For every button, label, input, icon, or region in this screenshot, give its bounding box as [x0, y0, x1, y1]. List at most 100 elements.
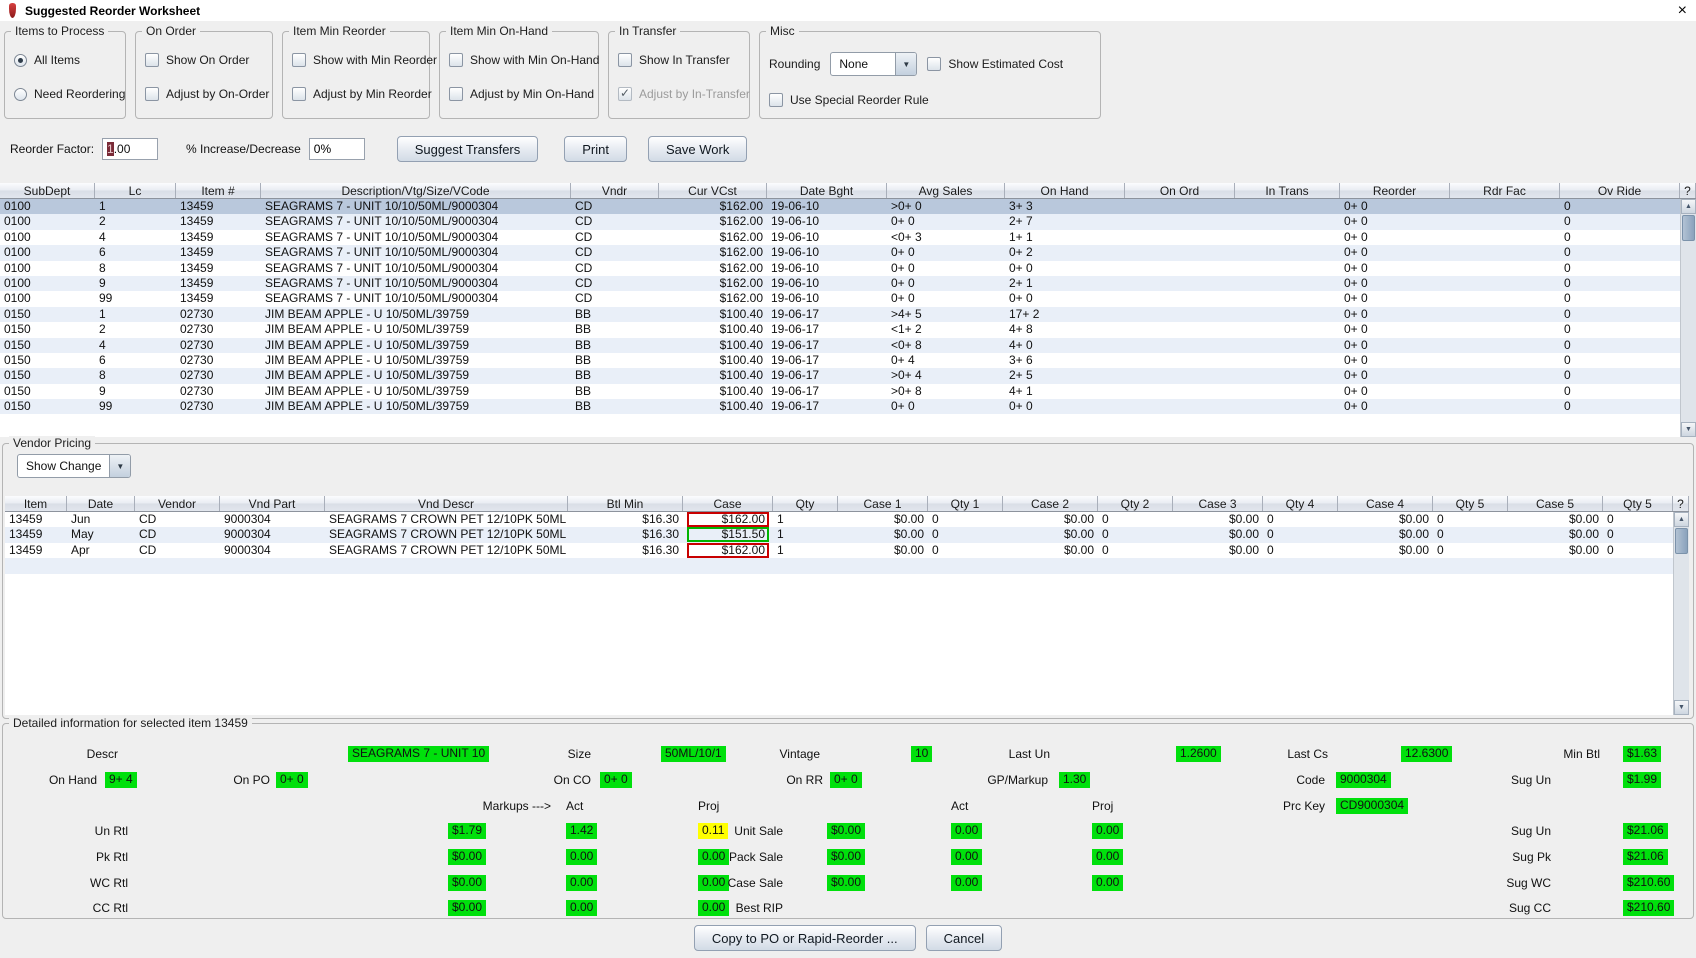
- column-header-case-3[interactable]: Case 3: [1173, 496, 1263, 511]
- table-cell: 0: [1433, 527, 1508, 542]
- column-header-case-2[interactable]: Case 2: [1003, 496, 1098, 511]
- column-header-in-trans[interactable]: In Trans: [1235, 183, 1340, 198]
- group-legend: Item Min Reorder: [289, 24, 390, 38]
- table-row[interactable]: 0100113459SEAGRAMS 7 - UNIT 10/10/50ML/9…: [0, 199, 1680, 214]
- checkbox-adjust-by-on-order[interactable]: Adjust by On-Order: [145, 86, 263, 102]
- checkbox-icon: [769, 93, 783, 107]
- checkbox-adjust-by-in-transfer[interactable]: Adjust by In-Transfer: [618, 86, 740, 102]
- table-row[interactable]: 0150102730JIM BEAM APPLE - U 10/50ML/397…: [0, 307, 1680, 322]
- table-cell: 13459: [176, 291, 261, 306]
- checkbox-show-estimated-cost[interactable]: Show Estimated Cost: [927, 56, 1063, 72]
- column-header-date[interactable]: Date: [67, 496, 135, 511]
- table-row[interactable]: 0150902730JIM BEAM APPLE - U 10/50ML/397…: [0, 384, 1680, 399]
- radio-need-reordering[interactable]: Need Reordering: [14, 86, 116, 102]
- rounding-select[interactable]: None ▼: [830, 52, 917, 76]
- column-header-vnd-part[interactable]: Vnd Part: [220, 496, 325, 511]
- column-header-case-5[interactable]: Case 5: [1508, 496, 1603, 511]
- suggest-transfers-button[interactable]: Suggest Transfers: [397, 136, 539, 162]
- checkbox-show-with-min-reorder[interactable]: Show with Min Reorder: [292, 52, 420, 68]
- scroll-down-icon[interactable]: ▼: [1681, 422, 1696, 437]
- table-row[interactable]: 01009913459SEAGRAMS 7 - UNIT 10/10/50ML/…: [0, 291, 1680, 306]
- copy-to-po-button[interactable]: Copy to PO or Rapid-Reorder ...: [694, 925, 916, 951]
- column-header-cur-vcst[interactable]: Cur VCst: [659, 183, 767, 198]
- table-row[interactable]: 13459JunCD9000304SEAGRAMS 7 CROWN PET 12…: [5, 512, 1673, 527]
- cancel-button[interactable]: Cancel: [926, 925, 1002, 951]
- column-header-description-vtg-size-vcode[interactable]: Description/Vtg/Size/VCode: [261, 183, 571, 198]
- table-row[interactable]: 0150202730JIM BEAM APPLE - U 10/50ML/397…: [0, 322, 1680, 337]
- table-row[interactable]: 01509902730JIM BEAM APPLE - U 10/50ML/39…: [0, 399, 1680, 414]
- checkbox-adjust-by-min-on-hand[interactable]: Adjust by Min On-Hand: [449, 86, 589, 102]
- column-header-qty-5[interactable]: Qty 5: [1433, 496, 1508, 511]
- column-header-vendor[interactable]: Vendor: [135, 496, 220, 511]
- scroll-up-icon[interactable]: ▲: [1674, 512, 1689, 527]
- column-header-lc[interactable]: Lc: [95, 183, 176, 198]
- column-header-on-ord[interactable]: On Ord: [1125, 183, 1235, 198]
- checkbox-label: Adjust by On-Order: [166, 87, 269, 101]
- table-row[interactable]: 0100613459SEAGRAMS 7 - UNIT 10/10/50ML/9…: [0, 245, 1680, 260]
- table-cell: [1450, 307, 1560, 322]
- detail-value-pack-sale-2: 0.00: [1092, 849, 1123, 865]
- column-header-item[interactable]: Item #: [176, 183, 261, 198]
- column-header-q[interactable]: ?: [1673, 496, 1689, 511]
- column-header-case-1[interactable]: Case 1: [838, 496, 928, 511]
- checkbox-adjust-by-min-reorder[interactable]: Adjust by Min Reorder: [292, 86, 420, 102]
- column-header-case-4[interactable]: Case 4: [1338, 496, 1433, 511]
- column-header-case[interactable]: Case: [683, 496, 773, 511]
- column-header-on-hand[interactable]: On Hand: [1005, 183, 1125, 198]
- column-header-rdr-fac[interactable]: Rdr Fac: [1450, 183, 1560, 198]
- checkbox-use-special-reorder-rule[interactable]: Use Special Reorder Rule: [769, 92, 929, 108]
- column-header-item[interactable]: Item: [5, 496, 67, 511]
- table-cell: [1450, 338, 1560, 353]
- increase-decrease-input[interactable]: [309, 138, 365, 160]
- show-change-select[interactable]: Show Change ▼: [17, 454, 131, 478]
- scroll-up-icon[interactable]: ▲: [1681, 199, 1696, 214]
- detail-label-act_left: Act: [566, 798, 583, 814]
- table-row[interactable]: 13459MayCD9000304SEAGRAMS 7 CROWN PET 12…: [5, 527, 1673, 542]
- table-row[interactable]: 0150402730JIM BEAM APPLE - U 10/50ML/397…: [0, 338, 1680, 353]
- radio-all-items[interactable]: All Items: [14, 52, 116, 68]
- close-icon[interactable]: ×: [1678, 3, 1687, 19]
- column-header-qty[interactable]: Qty: [773, 496, 838, 511]
- reorder-factor-input[interactable]: 1.00: [102, 138, 158, 160]
- table-row[interactable]: 0100913459SEAGRAMS 7 - UNIT 10/10/50ML/9…: [0, 276, 1680, 291]
- table-cell: 02730: [176, 307, 261, 322]
- table-row[interactable]: 0100213459SEAGRAMS 7 - UNIT 10/10/50ML/9…: [0, 214, 1680, 229]
- table-row[interactable]: 0150802730JIM BEAM APPLE - U 10/50ML/397…: [0, 368, 1680, 383]
- column-header-qty-1[interactable]: Qty 1: [928, 496, 1003, 511]
- column-header-reorder[interactable]: Reorder: [1340, 183, 1450, 198]
- detail-label-pack-sale: Pack Sale: [729, 849, 783, 865]
- column-header-vnd-descr[interactable]: Vnd Descr: [325, 496, 568, 511]
- table-row[interactable]: 13459AprCD9000304SEAGRAMS 7 CROWN PET 12…: [5, 543, 1673, 558]
- column-header-vndr[interactable]: Vndr: [571, 183, 659, 198]
- save-work-button[interactable]: Save Work: [648, 136, 747, 162]
- checkbox-show-with-min-on-hand[interactable]: Show with Min On-Hand: [449, 52, 589, 68]
- table-cell: 0+ 0: [1005, 291, 1125, 306]
- group-legend: On Order: [142, 24, 200, 38]
- column-header-btl-min[interactable]: Btl Min: [568, 496, 683, 511]
- table-row[interactable]: 0100413459SEAGRAMS 7 - UNIT 10/10/50ML/9…: [0, 230, 1680, 245]
- scrollbar-thumb[interactable]: [1682, 215, 1695, 241]
- table-row[interactable]: 0150602730JIM BEAM APPLE - U 10/50ML/397…: [0, 353, 1680, 368]
- column-header-subdept[interactable]: SubDept: [0, 183, 95, 198]
- column-header-q[interactable]: ?: [1680, 183, 1696, 198]
- table-cell: 2+ 1: [1005, 276, 1125, 291]
- vendor-table-scrollbar[interactable]: ▲ ▼: [1673, 512, 1689, 715]
- column-header-qty-4[interactable]: Qty 4: [1263, 496, 1338, 511]
- column-header-qty-5[interactable]: Qty 5: [1603, 496, 1673, 511]
- column-header-avg-sales[interactable]: Avg Sales: [887, 183, 1005, 198]
- scrollbar-thumb[interactable]: [1675, 528, 1688, 554]
- column-header-date-bght[interactable]: Date Bght: [767, 183, 887, 198]
- scroll-down-icon[interactable]: ▼: [1674, 700, 1689, 715]
- table-cell: 13459: [176, 245, 261, 260]
- items-table-scrollbar[interactable]: ▲ ▼: [1680, 199, 1696, 437]
- column-header-ov-ride[interactable]: Ov Ride: [1560, 183, 1680, 198]
- table-cell: 0+ 4: [887, 353, 1005, 368]
- checkbox-show-on-order[interactable]: Show On Order: [145, 52, 263, 68]
- detail-label-sug-cc: Sug CC: [1509, 900, 1551, 916]
- table-cell: 19-06-10: [767, 261, 887, 276]
- print-button[interactable]: Print: [564, 136, 627, 162]
- table-row[interactable]: 0100813459SEAGRAMS 7 - UNIT 10/10/50ML/9…: [0, 261, 1680, 276]
- checkbox-show-in-transfer[interactable]: Show In Transfer: [618, 52, 740, 68]
- column-header-qty-2[interactable]: Qty 2: [1098, 496, 1173, 511]
- table-cell: [1125, 353, 1235, 368]
